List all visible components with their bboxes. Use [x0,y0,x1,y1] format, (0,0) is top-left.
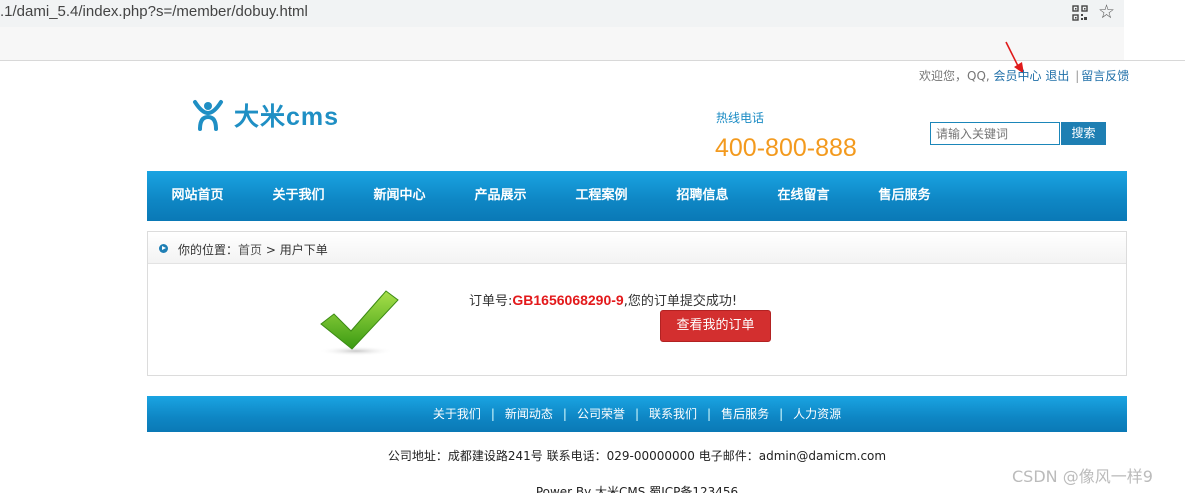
order-result-text: 订单号:GB1656068290-9,您的订单提交成功! [469,290,737,309]
success-check-icon [318,290,399,356]
logo-mark-icon [193,100,223,131]
footer-power: Power By 大米CMS 蜀ICP备123456 [535,485,739,493]
logo-text: 大米cms [234,103,340,131]
bullet-arrow-icon [159,244,168,253]
footer-link-news[interactable]: 新闻动态 [505,407,553,421]
bookmark-star-icon[interactable]: ☆ [1098,1,1115,23]
view-my-orders-button[interactable]: 查看我的订单 [660,310,771,342]
breadcrumb-current: 用户下单 [279,243,328,257]
footer-link-honors[interactable]: 公司荣誉 [577,407,625,421]
footer-link-contact[interactable]: 联系我们 [649,407,697,421]
hotline-label: 热线电话 [716,111,765,125]
footer-nav: 关于我们 | 新闻动态 | 公司荣誉 | 联系我们 | 售后服务 | 人力资源 [147,396,1127,432]
qr-code-icon[interactable] [1072,5,1088,21]
footer-link-service[interactable]: 售后服务 [721,407,769,421]
main-nav: 网站首页 关于我们 新闻中心 产品展示 工程案例 招聘信息 在线留言 售后服务 [147,171,1127,221]
url-text[interactable]: .1/dami_5.4/index.php?s=/member/dobuy.ht… [0,3,308,20]
footer-separator: | [490,407,495,421]
footer-separator: | [634,407,640,421]
order-success-message: ,您的订单提交成功! [623,294,738,309]
nav-item-home[interactable]: 网站首页 [147,171,248,221]
order-number-label: 订单号: [469,294,513,309]
footer-separator: | [779,407,784,421]
nav-item-jobs[interactable]: 招聘信息 [652,171,753,221]
browser-address-bar[interactable]: .1/dami_5.4/index.php?s=/member/dobuy.ht… [0,0,1124,27]
breadcrumb: 你的位置：首页 > 用户下单 [148,232,1126,264]
nav-item-cases[interactable]: 工程案例 [551,171,652,221]
nav-item-message[interactable]: 在线留言 [753,171,854,221]
footer-link-hr[interactable]: 人力资源 [793,407,841,421]
breadcrumb-separator: > [262,243,280,257]
breadcrumb-home-link[interactable]: 首页 [238,243,262,257]
hotline-number: 400-800-888 [715,134,857,162]
footer-address: 公司地址：成都建设路241号 联系电话：029-00000000 电子邮件：ad… [387,449,887,463]
footer-link-about[interactable]: 关于我们 [433,407,481,421]
nav-item-news[interactable]: 新闻中心 [349,171,450,221]
nav-item-about[interactable]: 关于我们 [248,171,349,221]
top-link-separator: | [1075,69,1080,83]
search-button[interactable]: 搜索 [1061,122,1106,145]
nav-item-products[interactable]: 产品展示 [450,171,551,221]
order-number: GB1656068290-9 [512,292,624,308]
browser-toolbar-area [0,27,1124,60]
search-input[interactable] [930,122,1060,145]
member-center-link[interactable]: 会员中心 [994,69,1042,83]
site-logo[interactable]: 大米cms [192,98,339,132]
breadcrumb-prefix: 你的位置： [178,243,239,257]
footer-separator: | [562,407,567,421]
csdn-watermark: CSDN @像风一样9 [1012,467,1153,486]
top-links: 欢迎您，QQ, 会员中心 退出 | 留言反馈 [919,67,1129,84]
order-result-panel: 你的位置：首页 > 用户下单 订单号:GB1656068290-9,您的订单提交… [147,231,1127,376]
footer-separator: | [707,407,712,421]
logout-link[interactable]: 退出 [1045,69,1069,83]
breadcrumb-text: 你的位置：首页 > 用户下单 [178,241,328,258]
feedback-link[interactable]: 留言反馈 [1081,69,1129,83]
nav-item-service[interactable]: 售后服务 [854,171,955,221]
welcome-text: 欢迎您，QQ, [919,69,990,83]
